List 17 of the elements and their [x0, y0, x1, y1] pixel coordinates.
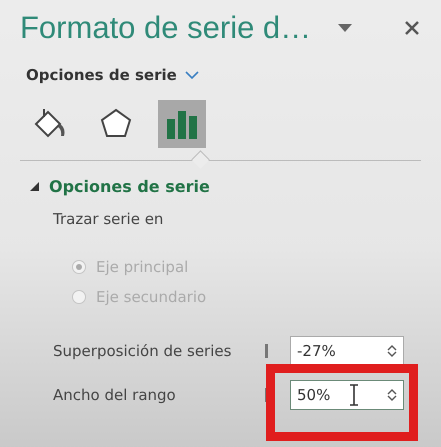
grip-icon: [265, 344, 268, 358]
plot-series-label: Trazar serie en: [53, 210, 164, 228]
value-input[interactable]: 50%: [297, 386, 357, 404]
triangle-icon: [30, 182, 39, 191]
section-header[interactable]: Opciones de serie: [30, 177, 210, 196]
text-cursor-icon: [349, 384, 359, 406]
dropdown-icon[interactable]: [338, 24, 352, 32]
chevron-down-icon: [184, 70, 199, 80]
spin-field[interactable]: -27%: [290, 336, 404, 366]
close-icon[interactable]: [404, 20, 420, 36]
field-label: Ancho del rango: [53, 386, 177, 404]
value-input[interactable]: -27%: [297, 342, 357, 360]
field-label: Superposición de series: [53, 342, 232, 360]
spin-field[interactable]: 50%: [290, 380, 404, 410]
pane-title: Formato de serie d…: [20, 10, 312, 46]
radio-label: Eje principal: [96, 258, 188, 276]
options-dropdown[interactable]: Opciones de serie: [26, 66, 199, 84]
